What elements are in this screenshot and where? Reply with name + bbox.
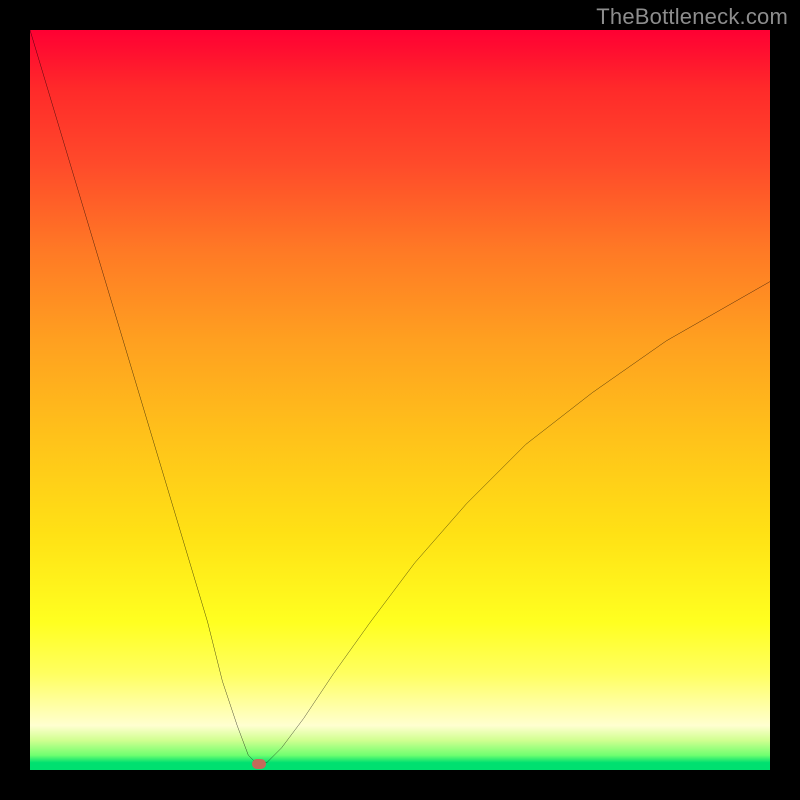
chart-frame: TheBottleneck.com bbox=[0, 0, 800, 800]
plot-area bbox=[30, 30, 770, 770]
min-point-marker bbox=[252, 759, 266, 769]
bottleneck-curve bbox=[30, 30, 770, 763]
watermark-text: TheBottleneck.com bbox=[596, 4, 788, 30]
curve-svg bbox=[30, 30, 770, 770]
